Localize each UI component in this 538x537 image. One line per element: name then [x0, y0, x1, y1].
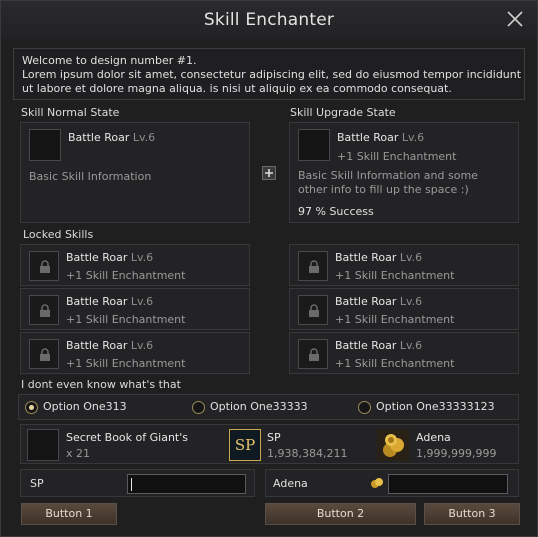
option-label[interactable]: Option One313 — [43, 400, 127, 413]
lock-icon — [309, 348, 319, 361]
skill-name-line: Battle Roar Lv.6 — [337, 131, 424, 144]
locked-skill-enchant: +1 Skill Enchantment — [66, 313, 186, 326]
locked-skill-name-line: Battle Roar Lv.6 — [335, 251, 422, 264]
locked-skill-level: Lv.6 — [130, 251, 154, 264]
locked-slot — [29, 295, 59, 325]
locked-slot — [298, 295, 328, 325]
locked-skill-name: Battle Roar — [335, 295, 397, 308]
locked-skill-name: Battle Roar — [66, 251, 128, 264]
locked-skill-item[interactable]: Battle Roar Lv.6 +1 Skill Enchantment — [289, 244, 519, 286]
intro-line-2: Lorem ipsum dolor sit amet, consectetur … — [22, 68, 522, 95]
skill-enchanter-window: Skill Enchanter Welcome to design number… — [0, 0, 538, 537]
lock-icon — [40, 260, 50, 273]
options-title: I dont even know what's that — [21, 378, 181, 391]
locked-skill-name: Battle Roar — [335, 339, 397, 352]
locked-skill-enchant: +1 Skill Enchantment — [335, 313, 455, 326]
locked-skill-level: Lv.6 — [399, 339, 423, 352]
success-rate: 97 % Success — [298, 205, 374, 218]
intro-line-1: Welcome to design number #1. — [22, 54, 197, 67]
locked-slot — [298, 251, 328, 281]
locked-skills-title: Locked Skills — [23, 228, 94, 241]
lock-icon — [40, 348, 50, 361]
text-caret — [131, 478, 132, 491]
adena-icon — [377, 429, 409, 461]
locked-skill-item[interactable]: Battle Roar Lv.6 +1 Skill Enchantment — [289, 288, 519, 330]
button-3[interactable]: Button 3 — [424, 503, 520, 525]
options-panel: Option One313 Option One33333 Option One… — [18, 394, 519, 420]
option-radio[interactable] — [192, 401, 205, 414]
upgrade-state-panel: Battle Roar Lv.6 +1 Skill Enchantment Ba… — [289, 122, 519, 223]
sp-label: SP — [267, 431, 281, 444]
locked-skill-enchant: +1 Skill Enchantment — [66, 357, 186, 370]
button-1[interactable]: Button 1 — [21, 503, 117, 525]
locked-skill-item[interactable]: Battle Roar Lv.6 +1 Skill Enchantment — [20, 332, 250, 374]
normal-state-panel: Battle Roar Lv.6 Basic Skill Information — [20, 122, 250, 223]
lock-icon — [40, 304, 50, 317]
book-slot[interactable] — [27, 429, 59, 461]
intro-text: Welcome to design number #1. Lorem ipsum… — [22, 54, 522, 96]
skill-name-line: Battle Roar Lv.6 — [68, 131, 155, 144]
title-bar: Skill Enchanter — [1, 1, 537, 39]
option-radio[interactable] — [358, 401, 371, 414]
locked-skill-item[interactable]: Battle Roar Lv.6 +1 Skill Enchantment — [20, 244, 250, 286]
adena-label: Adena — [416, 431, 451, 444]
sp-icon: SP — [229, 429, 261, 461]
adena-input[interactable] — [388, 474, 508, 494]
locked-slot — [29, 339, 59, 369]
locked-skill-item[interactable]: Battle Roar Lv.6 +1 Skill Enchantment — [289, 332, 519, 374]
skill-info: Basic Skill Information and some other i… — [298, 169, 478, 196]
locked-skill-enchant: +1 Skill Enchantment — [335, 357, 455, 370]
sp-input-label: SP — [30, 477, 44, 490]
locked-skill-level: Lv.6 — [399, 251, 423, 264]
locked-skill-level: Lv.6 — [399, 295, 423, 308]
locked-slot — [298, 339, 328, 369]
sp-value: 1,938,384,211 — [267, 447, 348, 460]
skill-name: Battle Roar — [68, 131, 130, 144]
adena-input-label: Adena — [273, 477, 308, 490]
locked-skill-level: Lv.6 — [130, 339, 154, 352]
book-name: Secret Book of Giant's — [66, 431, 188, 444]
option-label[interactable]: Option One33333 — [210, 400, 308, 413]
locked-skill-name-line: Battle Roar Lv.6 — [66, 251, 153, 264]
lock-icon — [309, 304, 319, 317]
skill-name: Battle Roar — [337, 131, 399, 144]
locked-slot — [29, 251, 59, 281]
locked-skill-level: Lv.6 — [130, 295, 154, 308]
button-2[interactable]: Button 2 — [265, 503, 416, 525]
skill-enchant: +1 Skill Enchantment — [337, 150, 457, 163]
locked-skill-name-line: Battle Roar Lv.6 — [335, 295, 422, 308]
window-title: Skill Enchanter — [203, 10, 335, 30]
adena-value: 1,999,999,999 — [416, 447, 497, 460]
lock-icon — [309, 260, 319, 273]
close-icon[interactable] — [506, 10, 524, 28]
skill-info: Basic Skill Information — [29, 170, 152, 183]
requirements-panel: Secret Book of Giant's x 21 SP SP 1,938,… — [20, 424, 519, 464]
locked-skill-name-line: Battle Roar Lv.6 — [66, 295, 153, 308]
skill-slot[interactable] — [298, 129, 330, 161]
sp-icon-text: SP — [234, 436, 256, 454]
locked-skill-name: Battle Roar — [66, 295, 128, 308]
sp-input-row: SP — [20, 469, 255, 497]
locked-skill-name: Battle Roar — [335, 251, 397, 264]
upgrade-state-title: Skill Upgrade State — [290, 106, 396, 119]
sp-input[interactable] — [127, 474, 246, 494]
locked-skill-name-line: Battle Roar Lv.6 — [335, 339, 422, 352]
option-label[interactable]: Option One33333123 — [376, 400, 495, 413]
book-count: x 21 — [66, 447, 91, 460]
skill-slot[interactable] — [29, 129, 61, 161]
plus-icon — [262, 166, 276, 180]
coin-icon — [370, 477, 384, 489]
locked-skill-name: Battle Roar — [66, 339, 128, 352]
locked-skill-enchant: +1 Skill Enchantment — [335, 269, 455, 282]
intro-panel: Welcome to design number #1. Lorem ipsum… — [13, 48, 525, 100]
skill-level: Lv.6 — [132, 131, 156, 144]
locked-skill-item[interactable]: Battle Roar Lv.6 +1 Skill Enchantment — [20, 288, 250, 330]
option-radio[interactable] — [25, 401, 38, 414]
locked-skill-name-line: Battle Roar Lv.6 — [66, 339, 153, 352]
skill-level: Lv.6 — [401, 131, 425, 144]
adena-input-row: Adena — [265, 469, 519, 497]
locked-skill-enchant: +1 Skill Enchantment — [66, 269, 186, 282]
normal-state-title: Skill Normal State — [21, 106, 120, 119]
